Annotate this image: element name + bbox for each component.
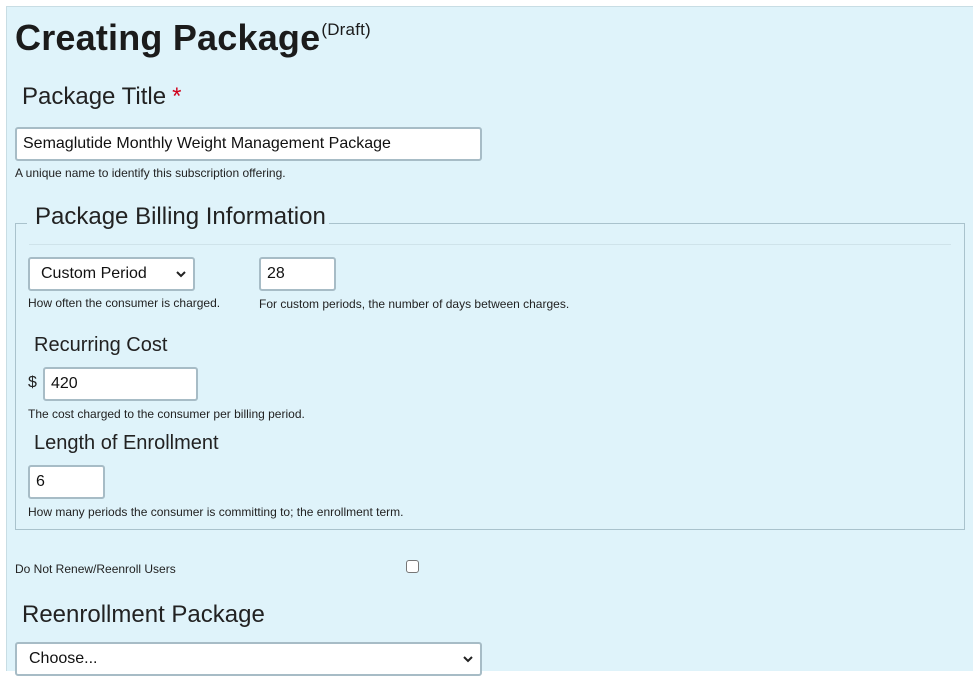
do-not-renew-label: Do Not Renew/Reenroll Users: [15, 562, 176, 576]
recurring-cost-help: The cost charged to the consumer per bil…: [28, 407, 305, 421]
billing-frequency-help: How often the consumer is charged.: [28, 296, 221, 310]
chevron-down-icon: [463, 656, 473, 663]
custom-period-days-help: For custom periods, the number of days b…: [259, 297, 570, 311]
billing-legend: Package Billing Information: [35, 203, 326, 230]
required-marker: *: [172, 83, 182, 110]
page-title: Creating Package(Draft): [15, 17, 371, 59]
fieldset-border: [329, 223, 965, 224]
package-title-label-text: Package Title: [22, 83, 167, 110]
recurring-cost-input[interactable]: [43, 367, 198, 401]
reenrollment-package-label: Reenrollment Package: [22, 601, 265, 628]
recurring-cost-label: Recurring Cost: [34, 334, 168, 356]
enrollment-length-label: Length of Enrollment: [34, 432, 219, 454]
package-title-label: Package Title *: [22, 83, 181, 111]
draft-status: (Draft): [321, 20, 371, 39]
package-title-help: A unique name to identify this subscript…: [15, 166, 286, 180]
package-form-page: Creating Package(Draft) Package Title* A…: [6, 6, 973, 676]
billing-frequency-value: Custom Period: [41, 265, 147, 282]
chevron-down-icon: [176, 271, 186, 278]
fieldset-border: [15, 223, 27, 224]
page-title-text: Creating Package: [15, 17, 321, 58]
enrollment-length-input[interactable]: [28, 465, 105, 499]
currency-symbol: $: [28, 374, 37, 391]
billing-frequency-select[interactable]: Custom Period: [28, 257, 195, 291]
enrollment-length-help: How many periods the consumer is committ…: [28, 505, 404, 519]
package-title-input[interactable]: [15, 127, 482, 161]
reenrollment-package-select[interactable]: Choose...: [15, 642, 482, 676]
do-not-renew-checkbox[interactable]: [406, 560, 419, 573]
divider: [29, 244, 951, 245]
custom-period-days-input[interactable]: [259, 257, 336, 291]
reenrollment-package-value: Choose...: [29, 650, 98, 667]
